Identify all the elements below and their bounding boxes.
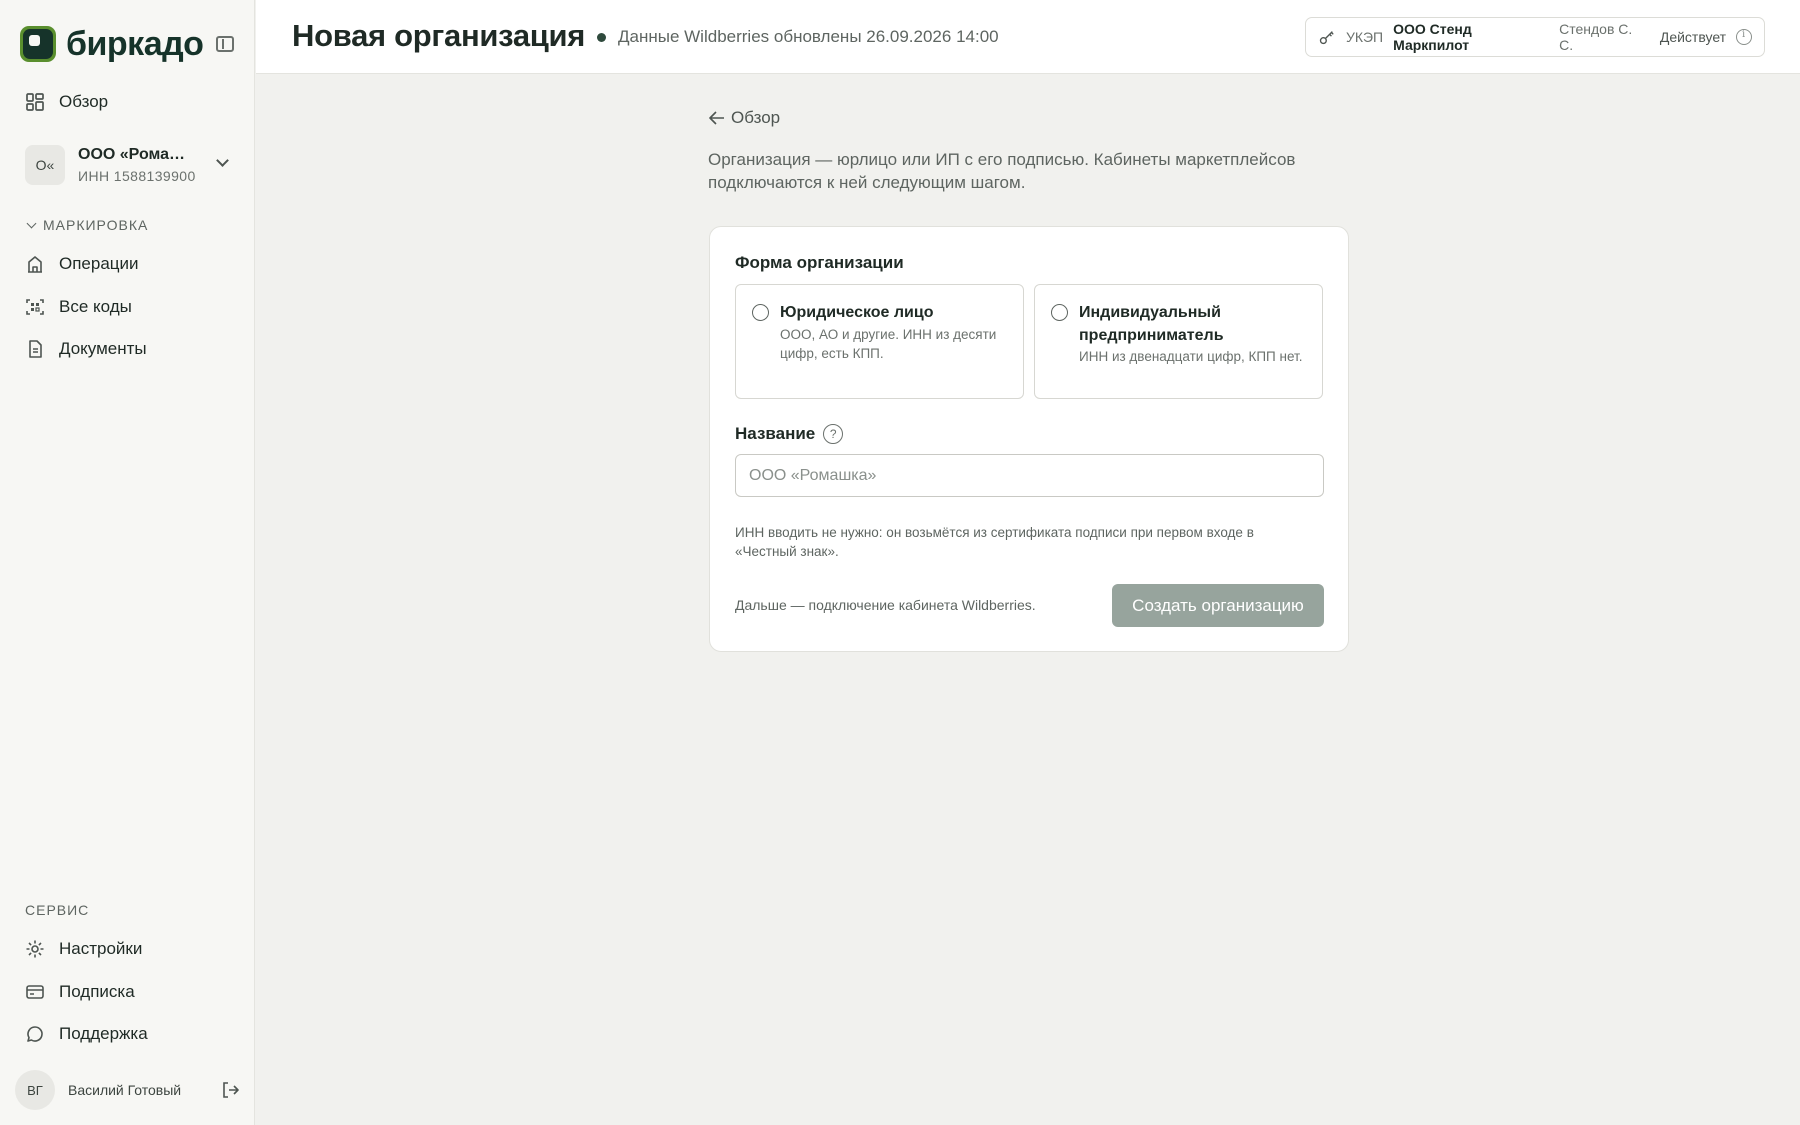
cert-person: Стендов С. С. bbox=[1559, 21, 1633, 53]
sidebar-item-all-codes[interactable]: Все коды bbox=[25, 293, 230, 321]
sidebar-item-operations[interactable]: Операции bbox=[25, 250, 230, 278]
avatar: ВГ bbox=[15, 1070, 55, 1110]
cert-type: УКЭП bbox=[1345, 29, 1384, 45]
page-title: Новая организация bbox=[292, 18, 586, 53]
building-icon bbox=[28, 256, 42, 273]
document-icon bbox=[29, 340, 42, 358]
sidebar-item-label: Документы bbox=[59, 339, 147, 358]
certificate-badge[interactable]: УКЭП ООО Стенд Маркпилот Стендов С. С. Д… bbox=[1305, 17, 1765, 57]
org-switcher[interactable]: О« ООО «Ромашка» ИНН 1588139900 bbox=[25, 142, 235, 188]
dashboard-icon bbox=[26, 93, 44, 111]
organization-form: Форма организации Юридическое лицо ООО, … bbox=[709, 226, 1349, 652]
option-legal-entity[interactable]: Юридическое лицо ООО, АО и другие. ИНН и… bbox=[735, 284, 1024, 399]
org-avatar: О« bbox=[25, 145, 65, 185]
inn-hint: ИНН вводить не нужно: он возьмётся из се… bbox=[735, 525, 1254, 559]
status-text: Данные Wildberries обновлены 26.09.2026 … bbox=[618, 27, 999, 46]
sidebar-item-label: Обзор bbox=[59, 92, 109, 111]
cert-state: Действует bbox=[1659, 29, 1727, 45]
sidebar-collapse-icon[interactable] bbox=[216, 36, 234, 52]
org-name: ООО «Ромашка» bbox=[78, 146, 198, 163]
card-icon bbox=[26, 985, 44, 999]
sidebar-item-support[interactable]: Поддержка bbox=[25, 1020, 230, 1048]
scan-icon bbox=[26, 299, 44, 315]
cert-org: ООО Стенд Маркпилот bbox=[1393, 21, 1472, 53]
sidebar-item-label: Операции bbox=[59, 254, 139, 273]
intro-text: Организация — юрлицо или ИП с его подпис… bbox=[708, 150, 1296, 192]
sidebar-item-documents[interactable]: Документы bbox=[25, 335, 230, 363]
help-icon[interactable]: ? bbox=[823, 424, 844, 444]
section-marking[interactable]: МАРКИРОВКА bbox=[26, 217, 148, 233]
option-individual-entrepreneur[interactable]: Индивидуальный предприниматель ИНН из дв… bbox=[1034, 284, 1323, 399]
chat-icon bbox=[27, 1026, 43, 1042]
option-title: Индивидуальный предприниматель bbox=[1079, 304, 1224, 344]
top-header: Новая организация Данные Wildberries обн… bbox=[256, 0, 1800, 74]
sidebar-item-settings[interactable]: Настройки bbox=[25, 935, 230, 963]
info-icon[interactable] bbox=[1736, 29, 1753, 45]
status-dot-icon bbox=[597, 32, 606, 42]
next-step-note: Дальше — подключение кабинета Wildberrie… bbox=[735, 597, 1036, 613]
sidebar-item-label: Настройки bbox=[59, 939, 143, 958]
back-link-label: Обзор bbox=[731, 108, 781, 127]
option-description: ООО, АО и другие. ИНН из десяти цифр, ес… bbox=[780, 327, 997, 361]
sync-status: Данные Wildberries обновлены 26.09.2026 … bbox=[597, 27, 999, 47]
sidebar: биркадо Обзор О« ООО «Ромашка» ИНН 15881… bbox=[0, 0, 255, 1125]
sidebar-item-overview[interactable]: Обзор bbox=[25, 88, 230, 116]
key-icon bbox=[1319, 31, 1334, 45]
logo[interactable]: биркадо bbox=[20, 24, 240, 64]
name-input[interactable] bbox=[735, 454, 1324, 497]
option-description: ИНН из двенадцати цифр, КПП нет. bbox=[1079, 349, 1303, 364]
sidebar-item-label: Подписка bbox=[59, 982, 135, 1001]
radio-button[interactable] bbox=[752, 304, 769, 321]
option-title: Юридическое лицо bbox=[780, 304, 934, 321]
logout-icon[interactable] bbox=[220, 1080, 240, 1100]
create-organization-button[interactable]: Создать организацию bbox=[1112, 584, 1324, 627]
chevron-down-icon bbox=[216, 154, 229, 167]
user-profile[interactable]: ВГ Василий Готовый bbox=[15, 1070, 243, 1110]
org-inn: ИНН 1588139900 bbox=[78, 168, 196, 184]
back-link[interactable]: Обзор bbox=[709, 108, 780, 128]
sidebar-item-subscription[interactable]: Подписка bbox=[25, 978, 230, 1006]
name-field-label: Название ? bbox=[735, 424, 844, 444]
sidebar-item-label: Все коды bbox=[59, 297, 132, 316]
user-name: Василий Готовый bbox=[68, 1082, 182, 1098]
section-service: СЕРВИС bbox=[25, 902, 90, 918]
logo-text: биркадо bbox=[66, 24, 204, 63]
logo-mark-icon bbox=[20, 26, 56, 62]
chevron-down-icon bbox=[26, 218, 37, 229]
gear-icon bbox=[26, 940, 44, 958]
sidebar-item-label: Поддержка bbox=[59, 1024, 148, 1043]
arrow-left-icon bbox=[709, 111, 724, 125]
radio-button[interactable] bbox=[1051, 304, 1068, 321]
org-form-label: Форма организации bbox=[735, 253, 904, 272]
